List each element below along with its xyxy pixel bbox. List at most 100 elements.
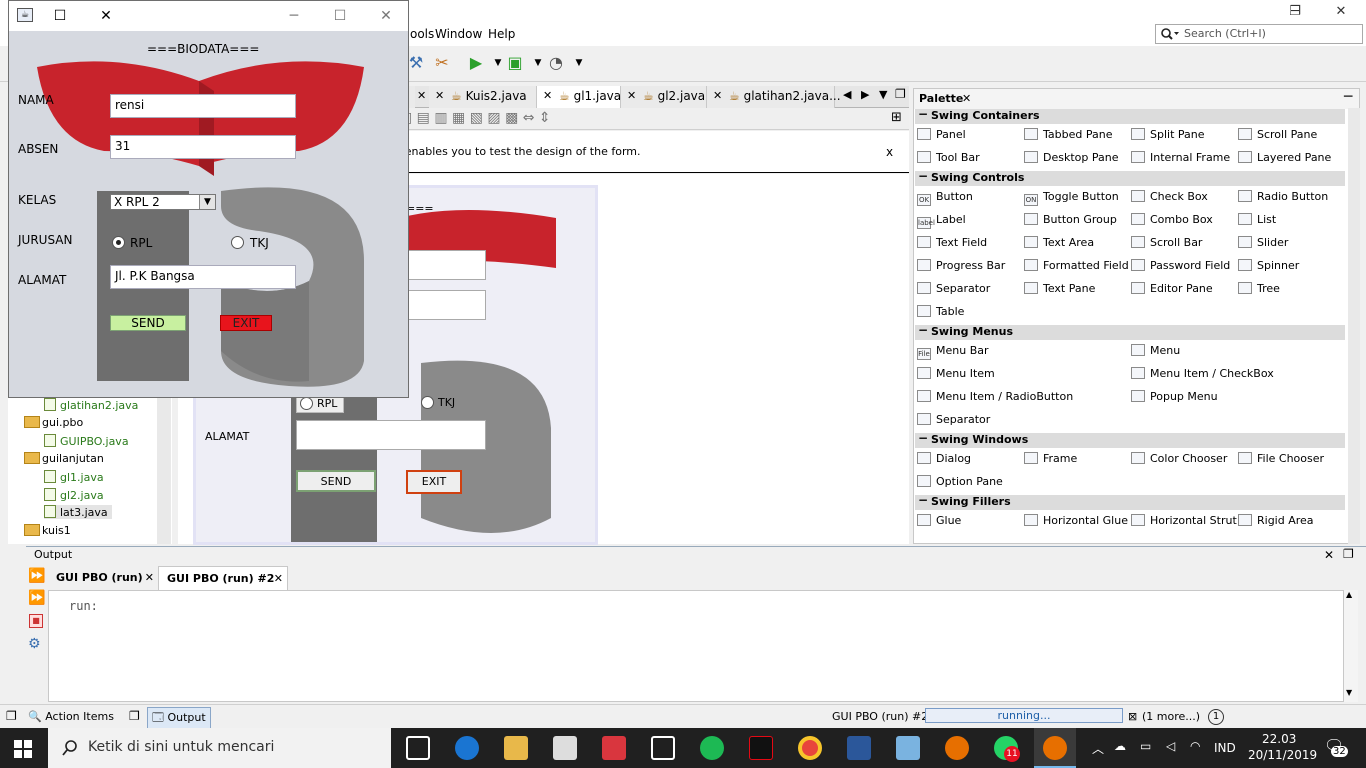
tab-kuis2[interactable]: ✕ ☕ Kuis2.java [429,86,537,108]
task-view-icon[interactable] [406,736,430,760]
ide-close-button[interactable]: ✕ [1318,0,1364,24]
palette-minimize-icon[interactable]: ─ [1344,89,1352,105]
palette-item-desktop-pane[interactable]: Desktop Pane [1024,151,1118,164]
palette-item-editor-pane[interactable]: Editor Pane [1131,282,1213,295]
palette-item-horizontal-strut[interactable]: Horizontal Strut [1131,514,1237,527]
output-tab-run[interactable]: GUI PBO (run) ✕ [48,566,158,590]
run-icon[interactable]: ▶ [464,52,488,74]
alamat-input[interactable]: Jl. P.K Bangsa [110,265,296,289]
java-icon[interactable] [945,736,969,760]
rerun-icon[interactable]: ⏩ [28,568,45,584]
word-icon[interactable] [847,736,871,760]
tree-item-kuis1[interactable]: kuis1 [24,524,71,537]
debug-icon[interactable]: ▣ [503,52,527,74]
palette-item-frame[interactable]: Frame [1024,452,1077,465]
palette-section-fillers[interactable]: Swing Fillers [915,493,1345,510]
send-button[interactable]: SEND [110,315,186,331]
palette-section-containers[interactable]: Swing Containers [915,107,1345,124]
palette-item-layered-pane[interactable]: Layered Pane [1238,151,1331,164]
notification-badge[interactable]: 1 [1208,709,1224,725]
battery-icon[interactable]: ▭ [1140,739,1151,753]
palette-item-menu-item-checkbox[interactable]: Menu Item / CheckBox [1131,367,1274,380]
output-close-icon[interactable]: ✕ [1324,548,1334,562]
file-explorer-icon[interactable] [504,736,528,760]
tab-partial[interactable] [409,86,415,108]
tab-close-icon[interactable]: ✕ [627,89,636,102]
palette-item-text-pane[interactable]: Text Pane [1024,282,1095,295]
palette-item-tree[interactable]: Tree [1238,282,1280,295]
tab-close-icon[interactable]: ✕ [435,89,444,102]
tray-expand-icon[interactable]: ︿ [1092,740,1104,757]
wifi-icon[interactable]: ◠ [1190,739,1200,753]
virtualbox-icon[interactable] [896,736,920,760]
profile-dropdown-icon[interactable]: ▼ [567,52,591,74]
app-close-button[interactable]: ✕ [83,1,129,31]
palette-item-dialog[interactable]: Dialog [917,452,971,465]
palette-item-option-pane[interactable]: Option Pane [917,475,1003,488]
clean-build-icon[interactable]: ✂ [430,52,454,74]
kelas-combo[interactable]: X RPL 2 ▼ [110,194,216,210]
chrome-icon[interactable] [798,736,822,760]
palette-item-separator[interactable]: Separator [917,282,990,295]
palette-item-progress-bar[interactable]: Progress Bar [917,259,1005,272]
tab-close-icon[interactable]: ✕ [713,89,722,102]
palette-item-panel[interactable]: Panel [917,128,966,141]
tab-next-icon[interactable]: ▶ [861,88,869,101]
palette-item-menu-item[interactable]: Menu Item [917,367,995,380]
tab-list-icon[interactable]: ▼ [879,88,887,101]
palette-item-table[interactable]: Table [917,305,964,318]
palette-item-scroll-bar[interactable]: Scroll Bar [1131,236,1202,249]
app-maximize-button[interactable]: ☐ [37,1,83,31]
radio-tkj-indicator[interactable] [231,236,244,249]
palette-item-combo-box[interactable]: Combo Box [1131,213,1213,226]
clock-date[interactable]: 20/11/2019 [1248,748,1317,762]
tab-close-icon[interactable]: ✕ [543,89,552,102]
tab-gl2[interactable]: ✕ ☕ gl2.java [621,86,707,108]
action-items-tab[interactable]: 🔍 Action Items [28,710,114,723]
palette-item-list[interactable]: List [1238,213,1276,226]
tree-item-glatihan2[interactable]: glatihan2.java [44,398,138,412]
netflix-icon[interactable] [749,736,773,760]
palette-item-menu-bar[interactable]: File Menu Bar [917,344,989,360]
menu-tools[interactable]: ools [410,27,434,41]
palette-item-label[interactable]: labelLabel [917,213,966,229]
ide-search-box[interactable]: Search (Ctrl+I) [1155,24,1363,44]
design-exit-button[interactable]: EXIT [406,470,462,494]
menu-help[interactable]: Help [488,27,515,41]
onedrive-icon[interactable]: ☁ [1114,739,1126,753]
radio-tkj[interactable]: TKJ [230,234,290,252]
grid-icon[interactable]: ⊞ [891,110,902,125]
design-alamat-field[interactable] [296,420,486,450]
cancel-task-icon[interactable]: ⊠ [1128,710,1137,723]
output-scrollbar[interactable]: ▲ ▼ [1344,590,1358,702]
palette-scrollbar[interactable] [1348,108,1360,544]
maximize-icon[interactable]: ❐ [895,87,906,101]
palette-item-tabbed-pane[interactable]: Tabbed Pane [1024,128,1112,141]
align-icons[interactable]: ▣ ▤ ▥ ▦ ▧ ▨ ▩ ⇔ ⇕ [399,110,551,126]
language-indicator[interactable]: IND [1214,741,1236,755]
tab-prev-icon[interactable]: ◀ [843,88,851,101]
tree-item-lat3[interactable]: lat3.java [44,505,112,519]
tab-close-icon[interactable]: ✕ [145,571,154,584]
palette-item-separator[interactable]: Separator [917,413,990,426]
output-console[interactable]: run: [48,590,1344,702]
app-restore-button[interactable]: ☐ [317,1,363,31]
tree-item-gl1[interactable]: gl1.java [44,470,104,484]
output-tab-run-2[interactable]: GUI PBO (run) #2 ✕ [158,566,288,590]
palette-item-file-chooser[interactable]: File Chooser [1238,452,1324,465]
clock-time[interactable]: 22.03 [1262,732,1296,746]
palette-item-scroll-pane[interactable]: Scroll Pane [1238,128,1317,141]
radio-rpl[interactable]: RPL [110,234,170,252]
gift-icon[interactable] [602,736,626,760]
ide-restore-button[interactable]: ❐ [1272,0,1318,24]
tree-item-guilanjutan[interactable]: guilanjutan [24,452,104,465]
palette-item-horizontal-glue[interactable]: Horizontal Glue [1024,514,1128,527]
palette-item-slider[interactable]: Slider [1238,236,1288,249]
palette-item-tool-bar[interactable]: Tool Bar [917,151,980,164]
palette-close-icon[interactable]: ✕ [962,92,971,105]
design-send-button[interactable]: SEND [296,470,376,492]
palette-item-internal-frame[interactable]: Internal Frame [1131,151,1230,164]
info-close-button[interactable]: x [886,145,893,159]
tab-gl1[interactable]: ✕ ☕ gl1.java [537,86,621,108]
stop-icon[interactable]: ■ [29,614,43,628]
